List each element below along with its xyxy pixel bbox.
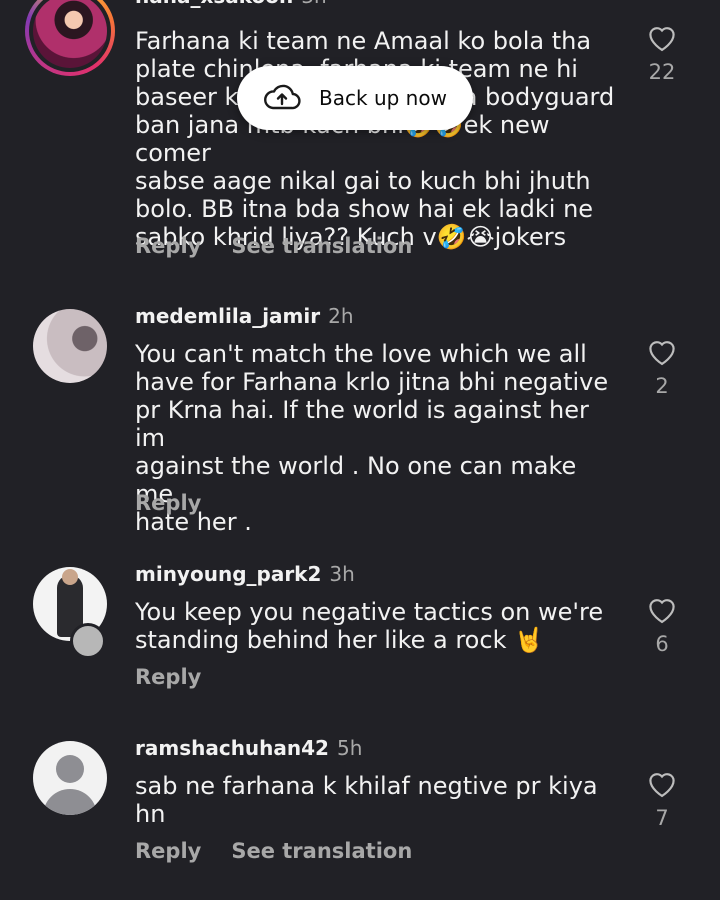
comment-actions: Reply See translation xyxy=(135,234,442,258)
heart-icon xyxy=(649,341,675,366)
like-button[interactable]: 22 xyxy=(644,22,680,84)
heart-icon xyxy=(649,27,675,52)
story-badge xyxy=(70,623,106,659)
comment-actions: Reply xyxy=(135,491,231,515)
like-count: 6 xyxy=(655,632,669,656)
comment-text: You keep you negative tactics on we're s… xyxy=(135,598,604,654)
comment-username[interactable]: medemlila_jamir 2h xyxy=(135,304,354,328)
comment-username[interactable]: ramshachuhan42 5h xyxy=(135,736,362,760)
comment-username[interactable]: nana_xsakoon3h xyxy=(135,0,327,8)
reply-button[interactable]: Reply xyxy=(135,665,201,689)
comment-time: 3h xyxy=(329,562,355,586)
like-count: 22 xyxy=(648,60,676,84)
avatar[interactable] xyxy=(33,741,107,815)
like-count: 2 xyxy=(655,374,669,398)
see-translation-button[interactable]: See translation xyxy=(231,234,412,258)
back-up-now-label: Back up now xyxy=(319,86,447,110)
reply-button[interactable]: Reply xyxy=(135,839,201,863)
comment-text: sab ne farhana k khilaf negtive pr kiya … xyxy=(135,772,598,828)
comment-time: 5h xyxy=(336,736,363,760)
comment-time: 2h xyxy=(328,304,354,328)
reply-button[interactable]: Reply xyxy=(135,491,201,515)
cloud-upload-icon xyxy=(264,84,301,110)
comment-actions: Reply See translation xyxy=(135,839,442,863)
back-up-now-button[interactable]: Back up now xyxy=(237,66,473,130)
avatar[interactable] xyxy=(25,0,115,76)
reply-button[interactable]: Reply xyxy=(135,234,201,258)
heart-icon xyxy=(649,773,675,798)
see-translation-button[interactable]: See translation xyxy=(231,839,412,863)
comment-time: 3h xyxy=(301,0,326,8)
heart-icon xyxy=(649,599,675,624)
like-count: 7 xyxy=(655,806,669,830)
comment-actions: Reply xyxy=(135,665,231,689)
comment-username[interactable]: minyoung_park2 3h xyxy=(135,562,355,586)
avatar[interactable] xyxy=(33,309,107,383)
like-button[interactable]: 6 xyxy=(644,594,680,656)
comment-text: Farhana ki team ne Amaal ko bola tha pla… xyxy=(135,27,615,251)
like-button[interactable]: 7 xyxy=(644,768,680,830)
like-button[interactable]: 2 xyxy=(644,336,680,398)
